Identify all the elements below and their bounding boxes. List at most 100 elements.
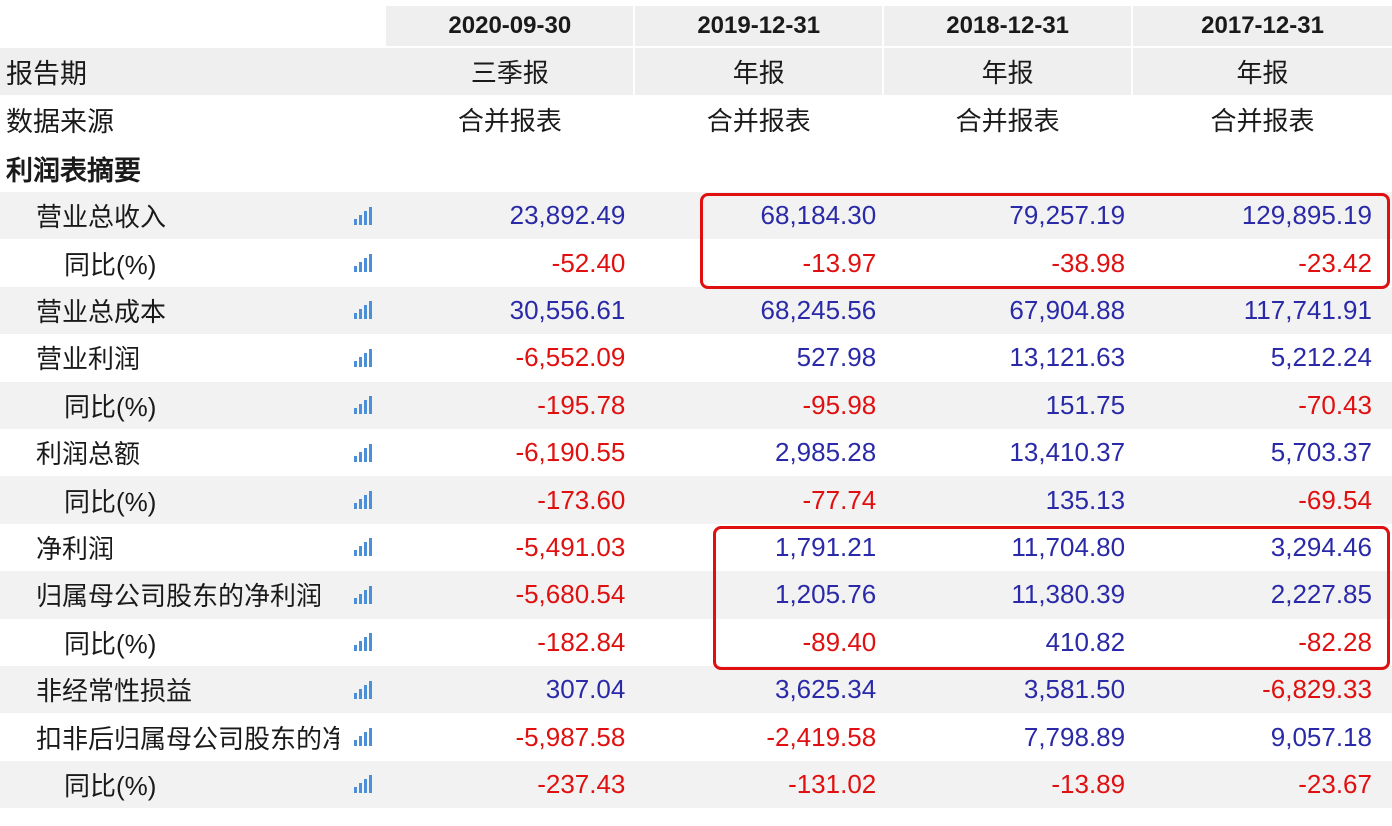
table-cell: 23,892.49 [509, 200, 626, 231]
table-cell: -5,491.03 [515, 531, 626, 562]
row-label: 同比(%) [64, 628, 157, 659]
section-row: 利润表摘要 [0, 144, 1392, 192]
table-row: 非经常性损益 307.04 3,625.34 3,581.50 -6,829.33 [0, 666, 1392, 714]
table-row: 同比(%) -173.60 -77.74 135.13 -69.54 [0, 476, 1392, 524]
row-label: 同比(%) [64, 391, 157, 422]
row-label: 非经常性损益 [36, 676, 193, 707]
table-cell: -38.98 [1051, 247, 1126, 278]
table-cell: -70.43 [1298, 389, 1372, 420]
table-cell: 5,703.37 [1270, 437, 1372, 468]
icon-placeholder [339, 95, 387, 144]
table-cell: -131.02 [788, 768, 877, 799]
bar-chart-icon[interactable] [339, 619, 387, 666]
table-cell: -69.54 [1298, 484, 1372, 515]
table-cell: 3,581.50 [1023, 674, 1126, 705]
column-header[interactable]: 2019-12-31 [635, 6, 883, 46]
row-label: 归属母公司股东的净利润 [36, 581, 323, 612]
data-source-label: 数据来源 [6, 107, 114, 137]
data-source-value: 合并报表 [955, 106, 1060, 136]
report-period-value: 年报 [884, 48, 1132, 95]
bar-chart-icon[interactable] [339, 476, 387, 523]
table-cell: -82.28 [1298, 626, 1372, 657]
table-row: 归属母公司股东的净利润 -5,680.54 1,205.76 11,380.39 2,2… [0, 571, 1392, 619]
table-cell: 7,798.89 [1023, 721, 1126, 752]
report-period-value: 年报 [635, 48, 883, 95]
icon-placeholder [338, 48, 387, 95]
table-row: 营业总成本 30,556.61 68,245.56 67,904.88 117,741.… [0, 286, 1392, 335]
table-cell: -13.89 [1051, 768, 1126, 799]
row-label: 利润总额 [36, 439, 141, 470]
bar-chart-icon[interactable] [339, 429, 387, 476]
data-source-value: 合并报表 [457, 106, 562, 136]
row-label: 同比(%) [64, 249, 157, 280]
table-cell: 1,791.21 [774, 531, 877, 562]
bar-chart-icon[interactable] [339, 239, 387, 286]
financial-summary-table: 2020-09-30 2019-12-31 2018-12-31 2017-12… [0, 0, 1392, 826]
table-cell: 2,985.28 [774, 437, 877, 468]
table-cell: 11,704.80 [1011, 531, 1126, 562]
table-cell: 1,205.76 [774, 579, 877, 610]
row-label: 同比(%) [64, 486, 157, 517]
table-cell: -23.67 [1298, 768, 1372, 799]
table-cell: 5,212.24 [1270, 342, 1372, 373]
report-period-value: 三季报 [386, 48, 634, 95]
table-cell: 30,556.61 [509, 294, 626, 325]
column-header[interactable]: 2020-09-30 [386, 6, 634, 46]
data-source-row: 数据来源 合并报表 合并报表 合并报表 合并报表 [0, 95, 1392, 144]
bar-chart-icon[interactable] [339, 192, 387, 239]
table-cell: 68,184.30 [760, 200, 877, 231]
report-period-value: 年报 [1133, 48, 1392, 95]
bar-chart-icon[interactable] [339, 382, 387, 429]
row-label: 营业利润 [36, 344, 141, 375]
section-title: 利润表摘要 [6, 155, 141, 186]
bar-chart-icon[interactable] [339, 666, 387, 713]
table-cell: -6,190.55 [515, 437, 626, 468]
report-period-label: 报告期 [0, 48, 339, 95]
table-cell: 9,057.18 [1270, 721, 1372, 752]
table-row: 同比(%) -237.43 -131.02 -13.89 -23.67 [0, 760, 1392, 809]
bar-chart-icon[interactable] [339, 713, 387, 760]
row-label: 同比(%) [64, 770, 157, 801]
row-label: 扣非后归属母公司股东的净利润 [36, 723, 339, 754]
table-cell: 79,257.19 [1009, 200, 1126, 231]
table-cell: -6,829.33 [1262, 674, 1372, 705]
column-header[interactable]: 2017-12-31 [1133, 6, 1392, 46]
column-header-row: 2020-09-30 2019-12-31 2018-12-31 2017-12… [0, 0, 1392, 48]
table-row: 营业利润 -6,552.09 527.98 13,121.63 5,212.24 [0, 334, 1392, 381]
table-cell: -5,680.54 [515, 579, 626, 610]
row-label: 营业总成本 [36, 296, 167, 327]
table-cell: 3,625.34 [774, 674, 877, 705]
report-period-row: 报告期 三季报 年报 年报 年报 [0, 48, 1392, 95]
table-cell: -95.98 [802, 389, 877, 420]
table-cell: 2,227.85 [1270, 579, 1372, 610]
table-cell: -13.97 [802, 247, 877, 278]
table-cell: 11,380.39 [1011, 579, 1126, 610]
table-cell: -5,987.58 [515, 721, 626, 752]
bar-chart-icon[interactable] [339, 571, 387, 618]
data-source-value: 合并报表 [1210, 106, 1315, 136]
table-cell: -2,419.58 [766, 721, 877, 752]
row-label: 营业总收入 [36, 202, 167, 233]
table-row: 扣非后归属母公司股东的净利润 -5,987.58 -2,419.58 7,798.89… [0, 713, 1392, 760]
bar-chart-icon[interactable] [339, 524, 387, 571]
table-cell: 13,410.37 [1009, 437, 1126, 468]
table-cell: -195.78 [537, 389, 626, 420]
bar-chart-icon[interactable] [339, 334, 387, 381]
bar-chart-icon[interactable] [339, 287, 387, 334]
table-cell: 67,904.88 [1009, 294, 1126, 325]
table-cell: 3,294.46 [1270, 531, 1372, 562]
row-label: 净利润 [36, 533, 115, 564]
header-blank [0, 6, 387, 46]
table-row: 同比(%) -182.84 -89.40 410.82 -82.28 [0, 619, 1392, 666]
table-cell: -77.74 [802, 484, 877, 515]
bar-chart-icon[interactable] [339, 761, 387, 808]
table-cell: 307.04 [545, 674, 626, 705]
table-cell: 151.75 [1045, 389, 1126, 420]
table-cell: 13,121.63 [1009, 342, 1126, 373]
table-row: 同比(%) -52.40 -13.97 -38.98 -23.42 [0, 239, 1392, 286]
table-cell: -6,552.09 [515, 342, 626, 373]
table-cell: 410.82 [1045, 626, 1126, 657]
table-row: 利润总额 -6,190.55 2,985.28 13,410.37 5,703.37 [0, 429, 1392, 476]
data-source-value: 合并报表 [706, 106, 811, 136]
column-header[interactable]: 2018-12-31 [884, 6, 1132, 46]
